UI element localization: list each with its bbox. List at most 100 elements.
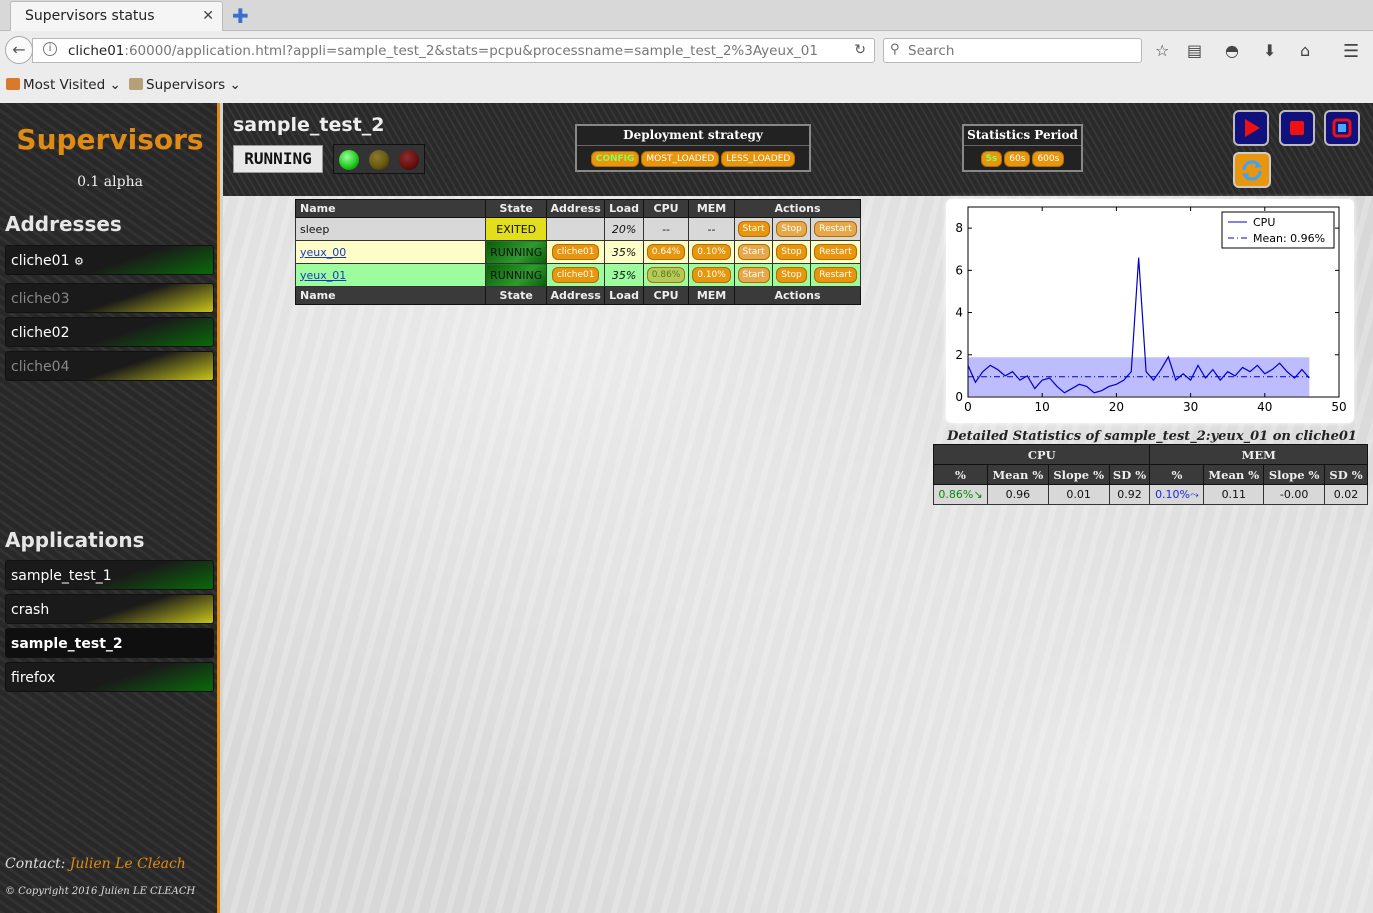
pocket-icon[interactable]: ◓ [1225, 41, 1239, 60]
process-name-link[interactable]: yeux_01 [300, 269, 346, 282]
search-icon: ⚲ [890, 42, 900, 57]
home-icon[interactable]: ⌂ [1300, 41, 1310, 60]
reload-icon[interactable]: ↻ [854, 42, 866, 58]
sidebar-item-sample-test-1[interactable]: sample_test_1 [5, 560, 214, 590]
sidebar-item-cliche02[interactable]: cliche02 [5, 317, 214, 347]
bookmark-star-icon[interactable]: ☆ [1155, 41, 1169, 60]
period-600s-button[interactable]: 600s [1032, 151, 1065, 167]
most-visited-icon [6, 78, 20, 90]
restart-button[interactable]: Restart [814, 267, 857, 283]
y-tick-label: 8 [955, 221, 963, 235]
sidebar-item-firefox[interactable]: firefox [5, 662, 214, 692]
y-tick-label: 0 [955, 390, 963, 404]
cpu-group-header: CPU [932, 444, 1151, 465]
cpu-stats-button-selected[interactable]: 0.86% [646, 267, 686, 283]
address-button[interactable]: cliche01 [551, 244, 600, 260]
bookmark-most-visited[interactable]: Most Visited ⌄ [6, 77, 121, 93]
process-load: 35% [604, 240, 645, 264]
cpu-mean-value: 0.96 [986, 484, 1049, 505]
close-tab-icon[interactable]: ✕ [202, 8, 214, 24]
column-header-load: Load [604, 199, 645, 218]
table-footer-row: Name State Address Load CPU MEM Actions [294, 286, 861, 305]
legend-cpu-label: CPU [1253, 216, 1275, 229]
period-5s-button[interactable]: 5s [980, 151, 1003, 167]
app-header: sample_test_2 RUNNING Deployment strateg… [223, 103, 1373, 196]
cpu-chart-svg: 0 10 20 30 40 50 0 2 4 6 8 CPU Mean: 0.96% [955, 206, 1347, 414]
column-footer-address: Address [546, 286, 606, 305]
stats-group-row: CPU MEM [932, 444, 1368, 465]
restart-button[interactable]: Restart [814, 244, 857, 260]
process-table: Name State Address Load CPU MEM Actions … [294, 199, 862, 305]
strategy-most-loaded-button[interactable]: MOST_LOADED [641, 151, 720, 167]
deployment-strategy-title: Deployment strategy [577, 126, 809, 146]
sidebar-item-crash[interactable]: crash [5, 594, 214, 624]
column-header-state: State [485, 199, 548, 218]
mem-stats-button[interactable]: 0.10% [692, 244, 731, 260]
restart-all-button[interactable] [1324, 110, 1360, 146]
stop-all-button[interactable] [1279, 110, 1315, 146]
column-footer-mem: MEM [688, 286, 736, 305]
column-footer-actions: Actions [734, 286, 861, 305]
column-footer-load: Load [604, 286, 645, 305]
mem-stats-button[interactable]: 0.10% [692, 267, 731, 283]
strategy-less-loaded-button[interactable]: LESS_LOADED [721, 151, 796, 167]
start-button[interactable]: Start [737, 221, 770, 237]
menu-icon[interactable]: ☰ [1343, 41, 1359, 62]
search-placeholder: Search [908, 43, 955, 59]
reading-list-icon[interactable]: ▤ [1187, 41, 1202, 60]
new-tab-icon[interactable]: ✚ [232, 4, 249, 28]
x-tick-label: 40 [1257, 400, 1272, 414]
copyright: © Copyright 2016 Julien LE CLEACH [5, 886, 196, 897]
download-icon[interactable]: ⬇ [1263, 41, 1276, 60]
play-icon [1245, 119, 1260, 137]
url-bar[interactable]: i cliche01:60000/application.html?appli=… [32, 38, 875, 63]
restart-button: Restart [814, 221, 857, 237]
refresh-button[interactable] [1233, 152, 1271, 188]
detailed-statistics-title: Detailed Statistics of sample_test_2:yeu… [947, 429, 1357, 444]
contact: Contact: Julien Le Cléach [5, 856, 186, 872]
sidebar-item-sample-test-2[interactable]: sample_test_2 [5, 628, 214, 658]
column-header-cpu: CPU [643, 199, 690, 218]
search-input[interactable]: ⚲ Search [883, 38, 1142, 63]
y-tick-label: 6 [955, 263, 963, 277]
sidebar-item-cliche04[interactable]: cliche04 [5, 351, 214, 381]
address-button[interactable]: cliche01 [551, 267, 600, 283]
strategy-config-button[interactable]: CONFIG [590, 151, 640, 167]
browser-tab[interactable]: Supervisors status ✕ [10, 1, 223, 31]
sidebar-item-cliche03[interactable]: cliche03 [5, 283, 214, 313]
column-header-actions: Actions [734, 199, 861, 218]
stop-button[interactable]: Stop [776, 244, 807, 260]
browser-chrome: Supervisors status ✕ ✚ i cliche01:60000/… [0, 0, 1373, 103]
chevron-down-icon: ⌄ [109, 77, 121, 93]
back-icon[interactable]: ← [5, 36, 33, 64]
period-60s-button[interactable]: 60s [1004, 151, 1031, 167]
stop-button[interactable]: Stop [776, 267, 807, 283]
red-light-icon [399, 150, 419, 170]
process-mem: -- [688, 217, 736, 241]
table-row: sleep EXITED 20% -- -- Start Stop Restar… [294, 217, 862, 241]
sidebar-item-cliche01[interactable]: cliche01 ⚙ [5, 245, 214, 275]
stop-icon [1290, 121, 1304, 135]
start-all-button[interactable] [1233, 110, 1269, 146]
applications-heading: Applications [5, 528, 145, 552]
url-host: cliche01 [68, 43, 125, 59]
cpu-chart: 0 10 20 30 40 50 0 2 4 6 8 CPU Mean: 0.96% [946, 199, 1354, 423]
process-name: sleep [294, 217, 487, 241]
green-light-icon [339, 150, 359, 170]
bookmark-supervisors-folder[interactable]: Supervisors ⌄ [129, 77, 241, 93]
x-tick-label: 50 [1331, 400, 1346, 414]
table-row: yeux_00 RUNNING cliche01 35% 0.64% 0.10%… [294, 240, 862, 264]
table-header-row: Name State Address Load CPU MEM Actions [294, 199, 861, 218]
status-lights [333, 144, 425, 174]
info-icon[interactable]: i [43, 42, 57, 56]
column-footer-name: Name [294, 286, 487, 305]
start-button: Start [737, 244, 770, 260]
contact-link[interactable]: Julien Le Cléach [70, 856, 186, 872]
chevron-down-icon: ⌄ [229, 77, 241, 93]
column-header-name: Name [294, 199, 487, 218]
mem-group-header: MEM [1149, 444, 1368, 465]
cpu-stats-button[interactable]: 0.64% [646, 244, 686, 260]
folder-icon [129, 78, 143, 90]
process-name-link[interactable]: yeux_00 [300, 246, 346, 259]
cpu-sd-value: 0.92 [1108, 484, 1151, 505]
